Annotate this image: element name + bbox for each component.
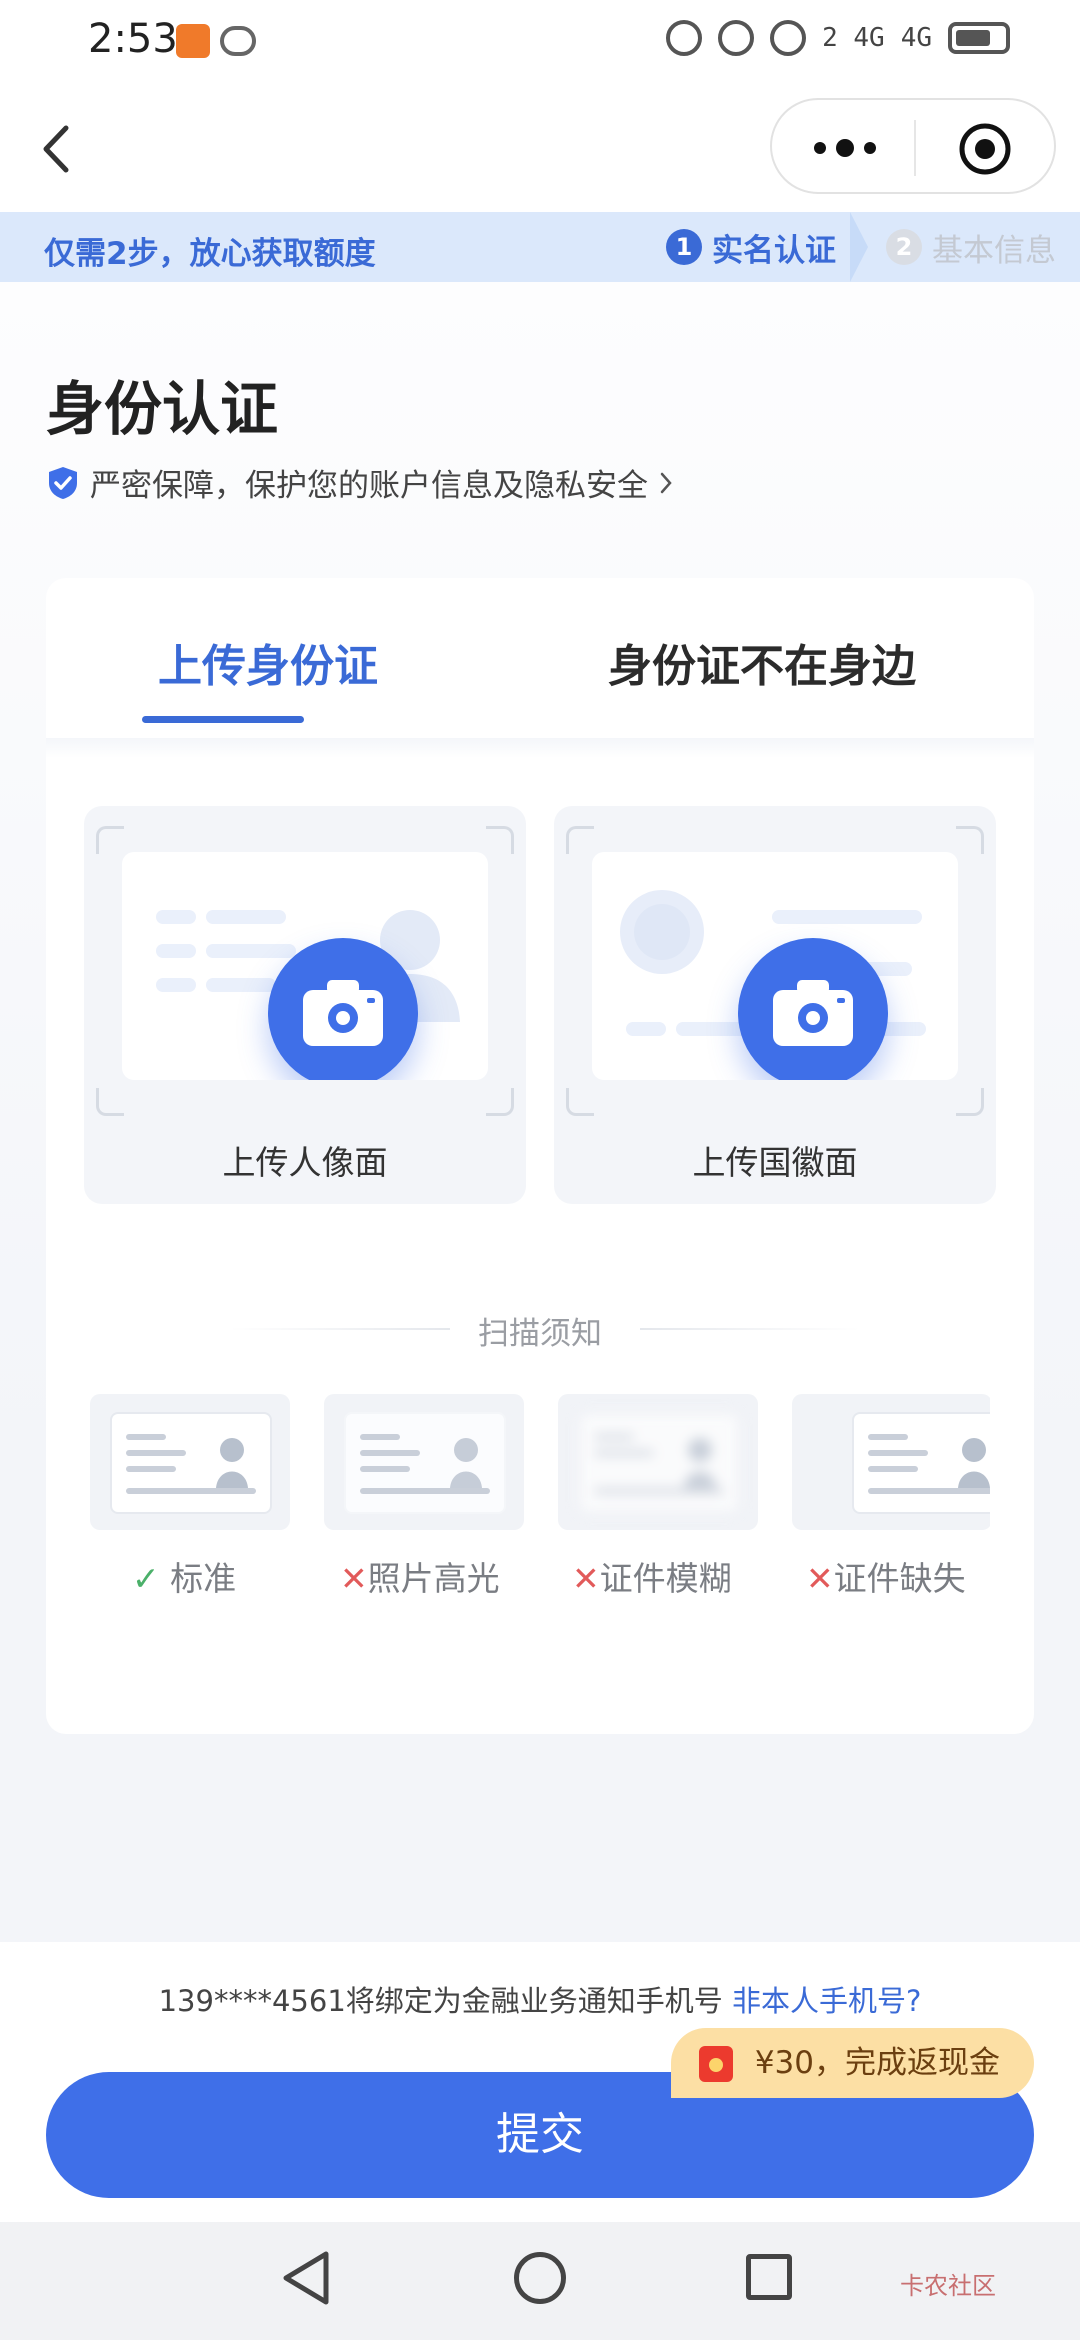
- camera-icon: [303, 980, 383, 1046]
- sample-label-missing: ✕证件缺失: [806, 1552, 966, 1600]
- upload-back-label: 上传国徽面: [692, 1143, 858, 1182]
- phone-note-text: 139****4561将绑定为金融业务通知手机号: [158, 1984, 723, 2018]
- signal-1: 2 4G: [822, 23, 885, 53]
- frame-corner: [956, 826, 984, 854]
- not-my-phone-link[interactable]: 非本人手机号?: [732, 1984, 921, 2018]
- cashback-badge: ¥30，完成返现金: [670, 2028, 1034, 2098]
- app-notification-icon: [176, 24, 210, 58]
- watermark: 卡农社区: [900, 2272, 996, 2300]
- frame-corner: [96, 826, 124, 854]
- step-number: 2: [886, 229, 922, 265]
- eye-icon: [666, 20, 703, 56]
- frame-corner: [96, 1088, 124, 1116]
- banner-text: 仅需2步，放心获取额度: [44, 236, 376, 272]
- tab-id-not-available[interactable]: 身份证不在身边: [608, 630, 916, 694]
- system-back-icon[interactable]: [280, 2250, 332, 2306]
- person-icon: [450, 1438, 482, 1488]
- main-content: 身份认证 严密保障，保护您的账户信息及隐私安全 上传身份证 身份证不在身边 上传…: [0, 282, 1080, 1942]
- sample-glare: [324, 1394, 524, 1530]
- step-basic-info: 2 基本信息: [886, 222, 1056, 272]
- mini-program-capsule: [770, 98, 1056, 194]
- status-bar: 2:53 2 4G 4G: [0, 0, 1080, 84]
- person-icon: [958, 1438, 990, 1488]
- frame-corner: [566, 826, 594, 854]
- status-time: 2:53: [88, 16, 178, 62]
- target-icon[interactable]: [958, 122, 1012, 176]
- system-nav-bar: 卡农社区: [0, 2222, 1080, 2340]
- frame-corner: [486, 1088, 514, 1116]
- sample-card: [578, 1412, 740, 1514]
- person-icon: [216, 1438, 248, 1488]
- sample-label-text: 证件缺失: [833, 1559, 966, 1598]
- upload-back-button[interactable]: 上传国徽面: [554, 806, 996, 1204]
- upload-front-button[interactable]: 上传人像面: [84, 806, 526, 1204]
- signal-2: 4G: [900, 23, 932, 53]
- cross-icon: ✕: [806, 1559, 834, 1598]
- sample-label-glare: ✕照片高光: [340, 1552, 500, 1600]
- hotspot-icon: [770, 20, 807, 56]
- battery-icon: [948, 22, 1010, 54]
- camera-icon: [773, 980, 853, 1046]
- scan-notice-title: 扫描须知: [478, 1316, 602, 1352]
- step-banner: 仅需2步，放心获取额度 1 实名认证 2 基本信息: [0, 212, 1080, 282]
- security-note-text: 严密保障，保护您的账户信息及隐私安全: [90, 468, 648, 504]
- frame-corner: [566, 1088, 594, 1116]
- sample-blurry: [558, 1394, 758, 1530]
- camera-button[interactable]: [738, 938, 888, 1080]
- wechat-icon: [220, 26, 256, 56]
- more-dots-icon[interactable]: [810, 136, 880, 160]
- system-home-icon[interactable]: [514, 2252, 566, 2304]
- step-arrow-icon: [850, 212, 868, 282]
- sample-label-standard: ✓ 标准: [132, 1552, 236, 1600]
- system-recents-icon[interactable]: [746, 2254, 792, 2300]
- cross-icon: ✕: [340, 1559, 368, 1598]
- scan-samples: [90, 1394, 990, 1574]
- tab-divider: [46, 738, 1034, 758]
- status-icons: 2 4G 4G: [666, 20, 1010, 56]
- tab-upload-id[interactable]: 上传身份证: [158, 630, 378, 694]
- sample-card: [852, 1412, 990, 1514]
- person-icon: [684, 1438, 716, 1488]
- alarm-icon: [718, 20, 755, 56]
- sample-label-text: 照片高光: [367, 1559, 500, 1598]
- footer: 139****4561将绑定为金融业务通知手机号 非本人手机号? 提交 ¥30，…: [0, 1942, 1080, 2222]
- capsule-divider: [914, 120, 916, 176]
- sample-label-blurry: ✕证件模糊: [572, 1552, 732, 1600]
- upload-front-label: 上传人像面: [222, 1143, 388, 1182]
- sample-label-text: 证件模糊: [599, 1559, 732, 1598]
- chevron-right-icon: [660, 472, 672, 493]
- red-packet-icon: [698, 2046, 733, 2082]
- active-tab-indicator: [142, 716, 304, 723]
- id-card-front-illustration: [122, 852, 488, 1080]
- sample-missing: [792, 1394, 990, 1530]
- chevron-left-icon[interactable]: [24, 114, 94, 184]
- sample-card: [110, 1412, 272, 1514]
- id-card-back-illustration: [592, 852, 958, 1080]
- frame-corner: [486, 826, 514, 854]
- cross-icon: ✕: [572, 1559, 600, 1598]
- camera-button[interactable]: [268, 938, 418, 1080]
- step-realname: 1 实名认证: [666, 222, 836, 272]
- cashback-text: ¥30，完成返现金: [754, 2045, 1000, 2081]
- sample-standard: [90, 1394, 290, 1530]
- phone-binding-note: 139****4561将绑定为金融业务通知手机号 非本人手机号?: [0, 1978, 1080, 2020]
- page-title: 身份认证: [46, 375, 279, 443]
- nav-bar: [0, 84, 1080, 212]
- step-label: 实名认证: [712, 232, 836, 269]
- step-number: 1: [666, 229, 702, 265]
- security-note[interactable]: 严密保障，保护您的账户信息及隐私安全: [46, 460, 676, 505]
- step-label: 基本信息: [932, 232, 1056, 269]
- page-root: 2:53 2 4G 4G 仅需2步，放心获取额度 1 实名认证 2 基本信息 身…: [0, 0, 1080, 2340]
- shield-check-icon: [49, 466, 77, 499]
- sample-label-text: 标准: [170, 1559, 237, 1598]
- frame-corner: [956, 1088, 984, 1116]
- sample-card: [344, 1412, 506, 1514]
- check-icon: ✓: [132, 1559, 160, 1598]
